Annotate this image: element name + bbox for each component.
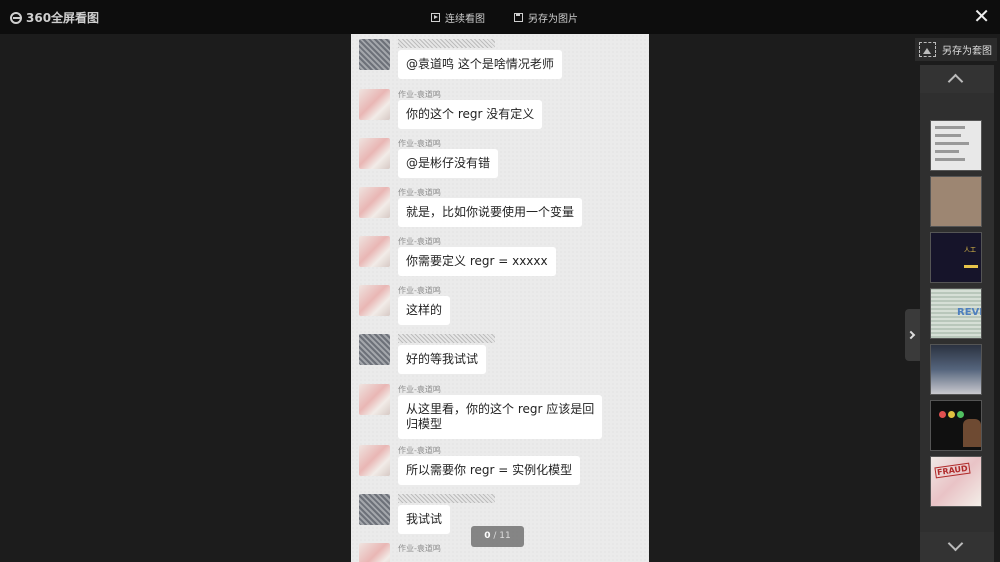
sender-name (398, 494, 495, 503)
thumbnail-5[interactable] (930, 344, 982, 395)
scroll-down-button[interactable] (920, 532, 994, 562)
image-set-icon (919, 42, 936, 57)
sender-name: 作业-袁道鸣 (398, 286, 441, 295)
message-bubble: 就是，比如你说要使用一个变量 (398, 198, 583, 227)
app-logo: 360全屏看图 (10, 9, 99, 26)
collapse-sidebar-handle[interactable] (905, 309, 921, 361)
thumbnail-7[interactable]: FRAUD (930, 456, 982, 507)
play-icon (431, 13, 440, 22)
save-image-label: 另存为图片 (528, 14, 578, 25)
app-title: 360全屏看图 (26, 11, 100, 25)
image-viewer[interactable]: @袁道鸣 这个是啥情况老师 作业-袁道鸣 你的这个 regr 没有定义 作业-袁道鸣 @… (351, 34, 649, 562)
sender-name: 作业-袁道鸣 (398, 237, 441, 246)
thumbnail-7-text: FRAUD (934, 462, 971, 479)
browser-e-icon (10, 11, 22, 24)
avatar (359, 543, 390, 562)
close-icon[interactable]: ✕ (973, 6, 990, 26)
avatar (359, 39, 390, 70)
sender-name: 作业-袁道鸣 (398, 90, 441, 99)
avatar (359, 187, 390, 218)
message-bubble: 从这里看，你的这个 regr 应该是回 归模型 (398, 395, 603, 439)
chevron-down-icon (947, 535, 964, 552)
save-as-set-button[interactable]: 另存为套图 (915, 38, 997, 61)
floppy-disk-icon (514, 13, 523, 22)
sender-name: 作业-袁道鸣 (398, 139, 441, 148)
message-bubble: 你需要定义 regr = xxxxx (398, 247, 556, 276)
thumbnail-strip: 人工 REVI FRAUD (920, 65, 994, 562)
save-as-set-label: 另存为套图 (942, 46, 992, 57)
avatar (359, 285, 390, 316)
counter-current: 0 (484, 531, 491, 541)
thumbnail-6[interactable] (930, 400, 982, 451)
avatar (359, 236, 390, 267)
sender-name (398, 39, 495, 48)
avatar (359, 138, 390, 169)
save-image-button[interactable]: 另存为图片 (514, 10, 578, 25)
thumbnail-4[interactable]: REVI (930, 288, 982, 339)
message-bubble: 我试试 (398, 505, 451, 534)
thumbnail-3-text: 人工 (964, 247, 977, 254)
message-bubble: 你的这个 regr 没有定义 (398, 100, 543, 129)
thumbnail-3[interactable]: 人工 (930, 232, 982, 283)
message-bubble: 所以需要你 regr = 实例化模型 (398, 456, 581, 485)
message-bubble: 好的等我试试 (398, 345, 487, 374)
slideshow-button[interactable]: 连续看图 (431, 10, 485, 25)
sender-name: 作业-袁道鸣 (398, 385, 441, 394)
sender-name: 作业-袁道鸣 (398, 544, 441, 553)
thumbnail-2[interactable] (930, 176, 982, 227)
avatar (359, 384, 390, 415)
chevron-up-icon (947, 73, 964, 90)
title-bar: 360全屏看图 连续看图 另存为图片 ✕ (0, 0, 1000, 34)
sender-name: 作业-袁道鸣 (398, 446, 441, 455)
avatar (359, 445, 390, 476)
counter-total: / 11 (493, 531, 511, 541)
thumbnail-4-text: REVI (957, 307, 982, 318)
message-bubble: @是彬仔没有错 (398, 149, 499, 178)
scroll-up-button[interactable] (920, 65, 994, 93)
page-counter: 0 / 11 (471, 526, 524, 547)
slideshow-label: 连续看图 (445, 14, 485, 25)
message-bubble: @袁道鸣 这个是啥情况老师 (398, 50, 562, 79)
sender-name: 作业-袁道鸣 (398, 188, 441, 197)
avatar (359, 334, 390, 365)
avatar (359, 494, 390, 525)
message-bubble: 这样的 (398, 296, 451, 325)
thumbnail-1[interactable] (930, 120, 982, 171)
sender-name (398, 334, 495, 343)
avatar (359, 89, 390, 120)
